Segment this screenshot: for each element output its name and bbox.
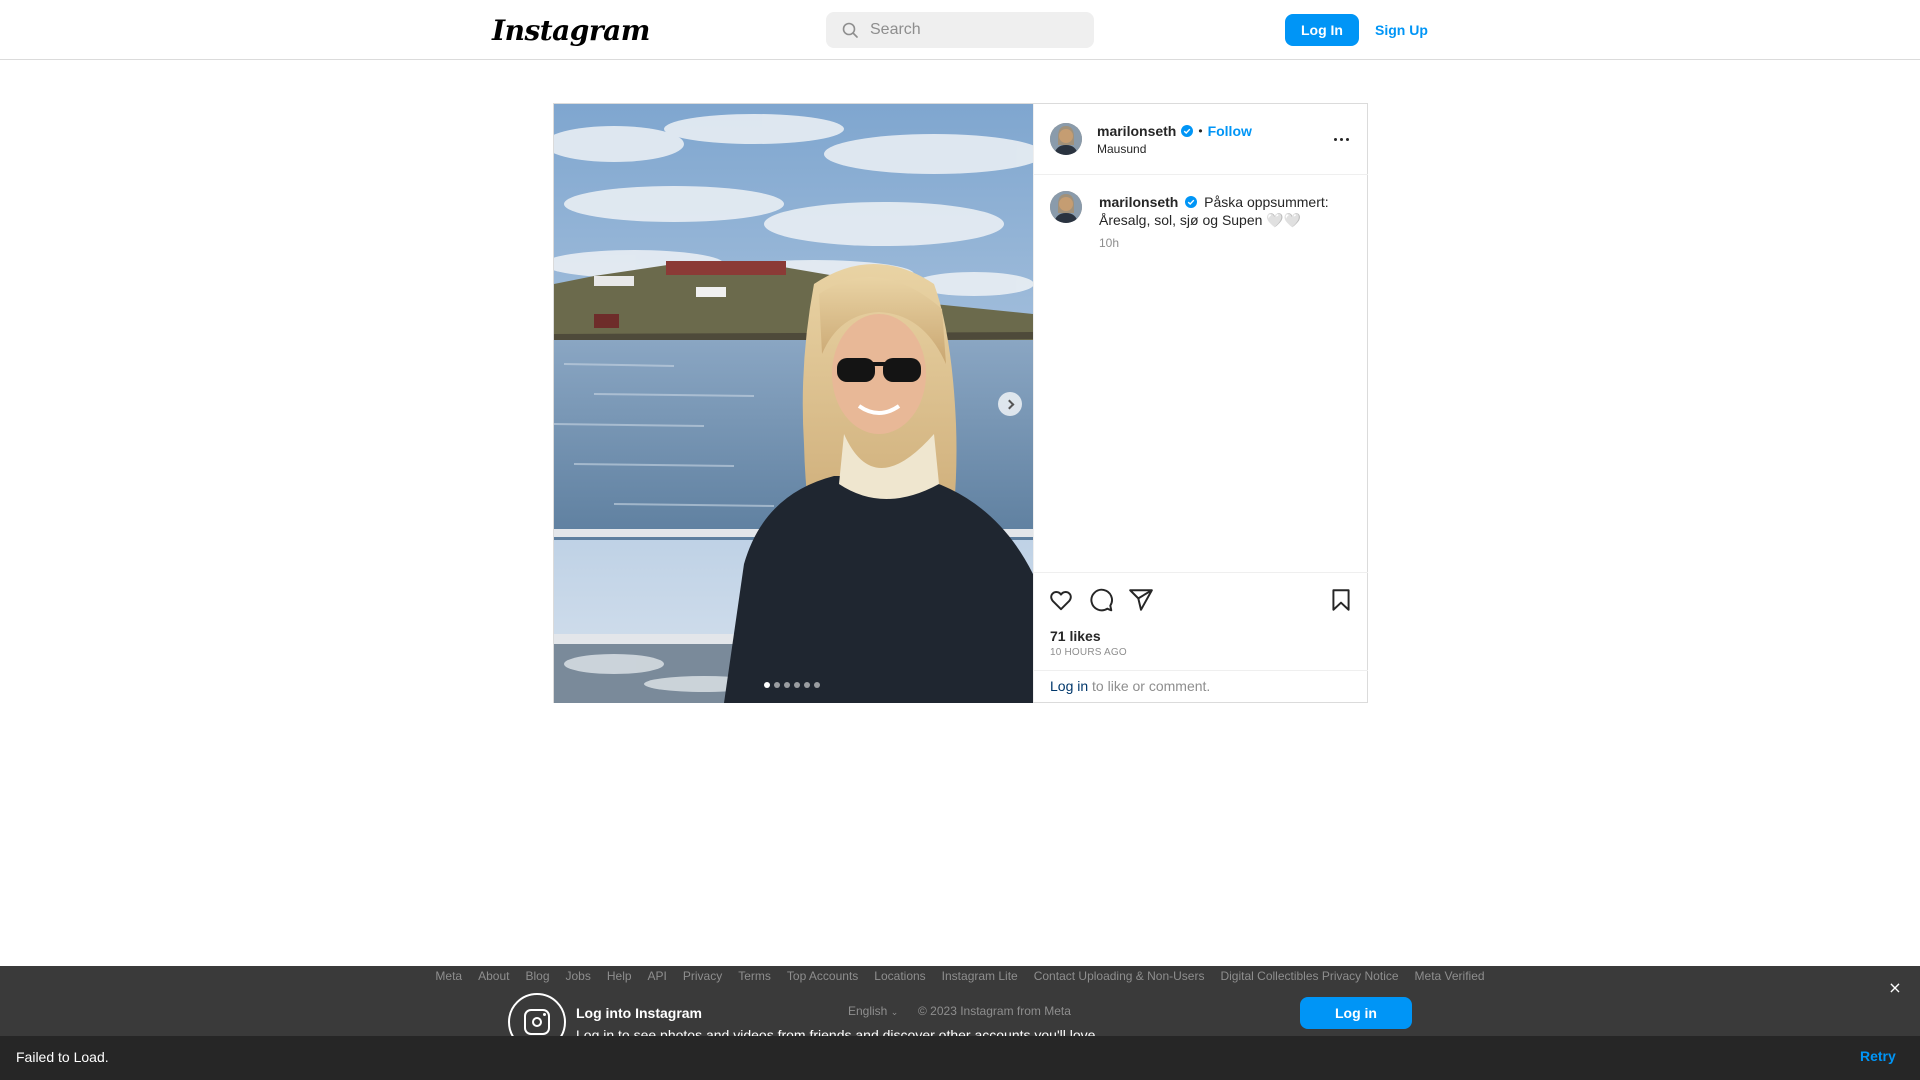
footer-link[interactable]: Jobs (566, 969, 591, 983)
post-photo (554, 104, 1033, 703)
login-link[interactable]: Log in (1050, 678, 1088, 694)
separator-dot: • (1198, 124, 1203, 138)
footer-link[interactable]: About (478, 969, 509, 983)
footer-link[interactable]: Instagram Lite (942, 969, 1018, 983)
error-toast: Failed to Load. Retry (0, 1036, 1920, 1080)
carousel-indicator (764, 682, 820, 688)
search-box[interactable] (826, 12, 1094, 48)
likes-count[interactable]: 71 likes (1050, 628, 1101, 644)
login-banner: Meta About Blog Jobs Help API Privacy Terms Top … (0, 966, 1920, 1036)
instagram-camera-icon (508, 993, 566, 1036)
caption-username[interactable]: marilonseth (1099, 194, 1178, 210)
post-card: marilonseth • Follow Mausund marilonseth… (553, 103, 1368, 703)
language-selector[interactable]: English ⌄ (848, 1004, 898, 1018)
carousel-dot (774, 682, 780, 688)
footer-link[interactable]: Blog (525, 969, 549, 983)
carousel-dot (784, 682, 790, 688)
post-media[interactable] (554, 104, 1033, 703)
like-heart-icon[interactable] (1048, 587, 1074, 613)
caption-avatar[interactable] (1050, 191, 1082, 223)
footer-link[interactable]: API (648, 969, 667, 983)
banner-login-button[interactable]: Log in (1300, 997, 1412, 1029)
more-dot (1334, 138, 1337, 141)
follow-button[interactable]: Follow (1208, 123, 1252, 139)
post-sidebar: marilonseth • Follow Mausund marilonseth… (1033, 104, 1368, 702)
username-row: marilonseth • Follow (1097, 122, 1252, 140)
footer-link[interactable]: Top Accounts (787, 969, 858, 983)
post-header-text: marilonseth • Follow Mausund (1097, 122, 1252, 156)
bookmark-icon (1332, 589, 1350, 611)
more-options-icon[interactable] (1330, 127, 1354, 151)
post-timestamp[interactable]: 10 HOURS AGO (1050, 647, 1127, 658)
footer-link[interactable]: Help (607, 969, 632, 983)
search-input[interactable] (870, 12, 1085, 48)
close-icon[interactable]: × (1885, 977, 1905, 997)
carousel-next-button[interactable] (998, 392, 1022, 416)
footer-link[interactable]: Digital Collectibles Privacy Notice (1220, 969, 1398, 983)
footer-link[interactable]: Privacy (683, 969, 722, 983)
heart-icon (1050, 591, 1072, 611)
banner-title: Log into Instagram (576, 1005, 702, 1021)
carousel-dot (814, 682, 820, 688)
copyright: © 2023 Instagram from Meta (918, 1004, 1071, 1018)
login-to-comment: Log in to like or comment. (1034, 670, 1368, 702)
footer-links: Meta About Blog Jobs Help API Privacy Terms Top … (0, 969, 1920, 983)
username[interactable]: marilonseth (1097, 123, 1176, 139)
top-navbar: Instagram Log In Sign Up (0, 0, 1920, 60)
more-dot (1346, 138, 1349, 141)
comment-icon[interactable] (1088, 587, 1114, 613)
footer-link[interactable]: Meta Verified (1415, 969, 1485, 983)
chevron-right-icon (1004, 399, 1014, 409)
footer-link[interactable]: Contact Uploading & Non-Users (1034, 969, 1205, 983)
login-suffix: to like or comment. (1088, 678, 1211, 694)
paper-plane-icon (1129, 589, 1153, 611)
avatar[interactable] (1050, 123, 1082, 155)
post-actions: 71 likes 10 HOURS AGO (1034, 572, 1368, 670)
avatar-image (1050, 191, 1082, 223)
banner-subtitle: Log in to see photos and videos from fri… (576, 1027, 1100, 1036)
language-label: English (848, 1004, 888, 1018)
instagram-logo[interactable]: Instagram (492, 14, 650, 47)
login-button[interactable]: Log In (1285, 14, 1359, 46)
caption-section: marilonseth Påska oppsummert: Åresalg, s… (1034, 175, 1368, 572)
carousel-dot (764, 682, 770, 688)
footer-link[interactable]: Meta (435, 969, 462, 983)
post-caption: marilonseth Påska oppsummert: Åresalg, s… (1099, 193, 1349, 229)
carousel-dot (794, 682, 800, 688)
signup-button[interactable]: Sign Up (1367, 14, 1436, 46)
chevron-down-icon: ⌄ (890, 1007, 899, 1017)
share-icon[interactable] (1128, 587, 1154, 613)
save-bookmark-icon[interactable] (1328, 587, 1354, 613)
caption-timestamp[interactable]: 10h (1099, 236, 1119, 250)
error-message: Failed to Load. (16, 1049, 109, 1065)
verified-badge-icon (1185, 196, 1198, 208)
post-location[interactable]: Mausund (1097, 142, 1252, 156)
more-dot (1340, 138, 1343, 141)
avatar-image (1050, 123, 1082, 155)
verified-badge-icon (1181, 125, 1194, 137)
search-icon (842, 22, 858, 38)
footer-link[interactable]: Locations (874, 969, 925, 983)
carousel-dot (804, 682, 810, 688)
footer-link[interactable]: Terms (738, 969, 771, 983)
post-header: marilonseth • Follow Mausund (1034, 104, 1368, 175)
speech-bubble-icon (1090, 588, 1113, 612)
retry-button[interactable]: Retry (1860, 1048, 1896, 1064)
